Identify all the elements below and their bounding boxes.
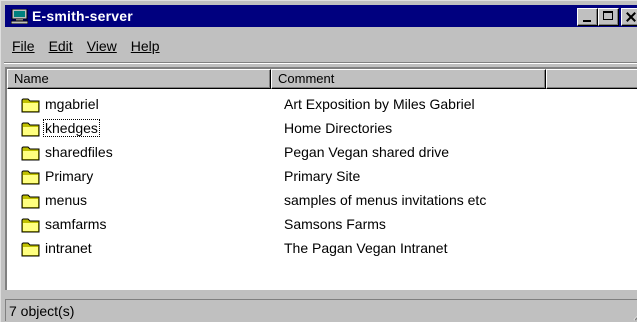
menu-help[interactable]: Help <box>124 37 167 55</box>
item-comment: Home Directories <box>284 120 393 136</box>
title-bar[interactable]: E-smith-server <box>5 5 637 27</box>
menu-file-label: File <box>12 38 35 54</box>
list-item[interactable]: sharedfiles Pegan Vegan shared drive <box>7 141 637 165</box>
item-name: khedges <box>43 119 100 137</box>
menu-divider <box>4 62 637 64</box>
list-item[interactable]: samfarms Samsons Farms <box>7 213 637 237</box>
menu-view-label: View <box>86 38 117 54</box>
item-comment: samples of menus invitations etc <box>284 192 487 208</box>
folder-icon <box>21 194 40 209</box>
item-name: mgabriel <box>45 96 99 112</box>
list-item[interactable]: Primary Primary Site <box>7 165 637 189</box>
item-comment: Art Exposition by Miles Gabriel <box>284 96 475 112</box>
item-comment: The Pagan Vegan Intranet <box>284 240 448 256</box>
item-name: sharedfiles <box>45 144 113 160</box>
folder-icon <box>21 218 40 233</box>
list-rows: mgabriel Art Exposition by Miles Gabriel k… <box>7 93 637 261</box>
folder-icon <box>21 170 40 185</box>
window-title: E-smith-server <box>32 8 133 24</box>
resize-grip-icon[interactable] <box>631 307 637 321</box>
list-item[interactable]: intranet The Pagan Vegan Intranet <box>7 237 637 261</box>
window-controls <box>577 8 637 26</box>
file-list[interactable]: Name Comment mgabriel Art Exposition by M… <box>5 67 637 290</box>
folder-icon <box>21 122 40 137</box>
menu-bar: File Edit View Help <box>7 37 167 55</box>
menu-view[interactable]: View <box>80 37 124 55</box>
status-text: 7 object(s) <box>9 303 75 319</box>
item-comment: Primary Site <box>284 168 361 184</box>
close-button[interactable] <box>621 8 637 26</box>
folder-icon <box>21 242 40 257</box>
maximize-button[interactable] <box>598 8 619 26</box>
menu-file[interactable]: File <box>7 37 42 55</box>
item-name: samfarms <box>45 216 107 232</box>
item-name: intranet <box>45 240 92 256</box>
item-comment: Samsons Farms <box>284 216 386 232</box>
computer-icon <box>11 8 28 24</box>
column-header-name[interactable]: Name <box>7 69 271 89</box>
explorer-window: E-smith-server File Edit View Help Name … <box>0 0 637 322</box>
item-name: Primary <box>45 168 94 184</box>
list-header: Name Comment <box>7 69 637 89</box>
menu-edit[interactable]: Edit <box>42 37 80 55</box>
menu-help-label: Help <box>130 38 160 54</box>
folder-icon <box>21 98 40 113</box>
list-item[interactable]: khedges Home Directories <box>7 117 637 141</box>
status-bar: 7 object(s) <box>5 299 637 321</box>
item-comment: Pegan Vegan shared drive <box>284 144 450 160</box>
list-item[interactable]: mgabriel Art Exposition by Miles Gabriel <box>7 93 637 117</box>
column-header-empty[interactable] <box>546 69 637 89</box>
item-name: menus <box>45 192 88 208</box>
column-header-comment[interactable]: Comment <box>271 69 546 89</box>
menu-edit-label: Edit <box>48 38 73 54</box>
list-item[interactable]: menus samples of menus invitations etc <box>7 189 637 213</box>
folder-icon <box>21 146 40 161</box>
minimize-button[interactable] <box>577 8 598 26</box>
